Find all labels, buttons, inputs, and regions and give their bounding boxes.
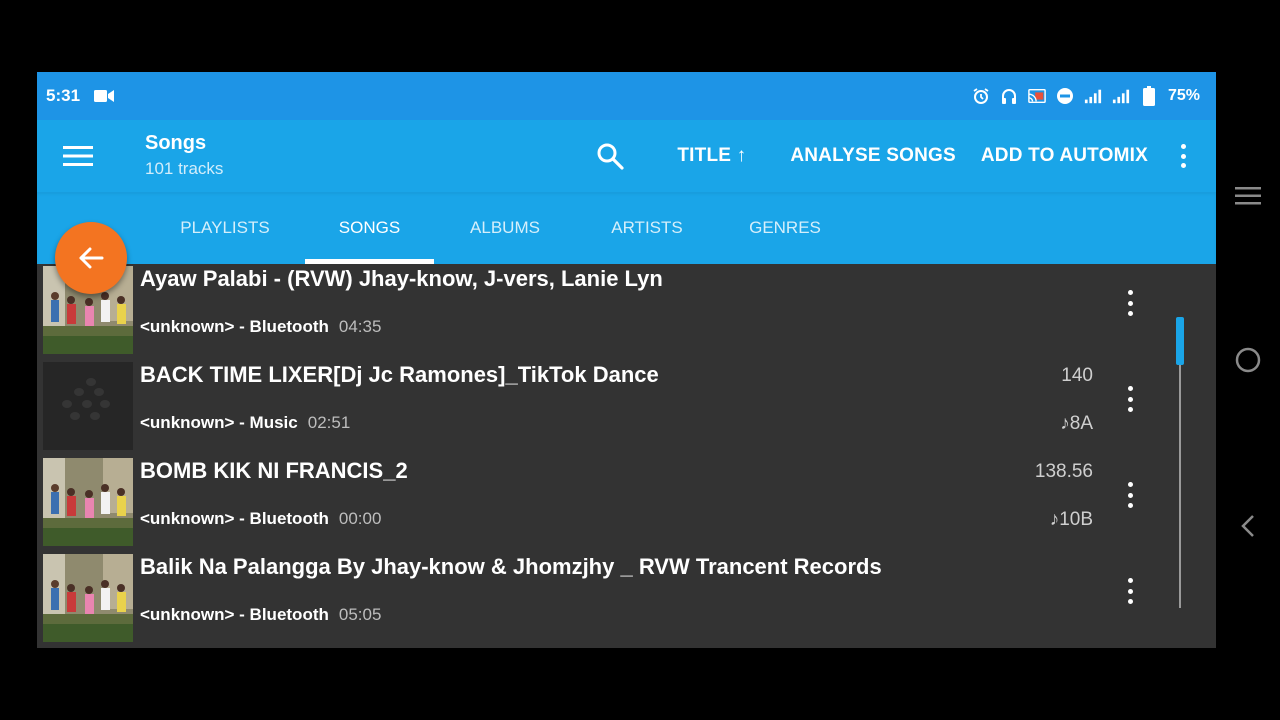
page-title: Songs bbox=[145, 132, 207, 154]
track-source: <unknown> - Bluetooth bbox=[140, 605, 329, 624]
video-camera-icon bbox=[94, 89, 115, 103]
track-bpm: 138.56 bbox=[1034, 461, 1093, 482]
track-duration: 05:05 bbox=[338, 605, 382, 624]
status-bar: 5:31 75% bbox=[37, 72, 1216, 120]
do-not-disturb-icon bbox=[1056, 87, 1074, 105]
hamburger-menu-icon[interactable] bbox=[63, 144, 93, 168]
sort-title-button[interactable]: TITLE ↑ bbox=[677, 145, 746, 167]
song-list[interactable]: Ayaw Palabi - (RVW) Jhay-know, J-vers, L… bbox=[37, 264, 1216, 648]
album-art bbox=[43, 554, 133, 642]
home-icon[interactable] bbox=[1234, 346, 1262, 374]
track-menu-icon[interactable] bbox=[1125, 578, 1135, 604]
track-meta: <unknown> - Bluetooth 05:05 bbox=[140, 605, 381, 625]
app-bar: Songs 101 tracks TITLE ↑ ANALYSE SONGS A… bbox=[37, 120, 1216, 192]
track-title: Ayaw Palabi - (RVW) Jhay-know, J-vers, L… bbox=[140, 266, 663, 291]
app-bar-actions: TITLE ↑ ANALYSE SONGS ADD TO AUTOMIX bbox=[596, 120, 1216, 192]
phone-screen: 5:31 75% Songs 101 tracks TITLE ↑ ANALYS… bbox=[37, 72, 1216, 648]
status-time: 5:31 bbox=[46, 86, 81, 105]
list-item[interactable]: BACK TIME LIXER[Dj Jc Ramones]_TikTok Da… bbox=[37, 334, 1177, 450]
back-fab[interactable] bbox=[55, 222, 127, 294]
back-icon[interactable] bbox=[1234, 512, 1262, 540]
analyse-songs-button[interactable]: ANALYSE SONGS bbox=[790, 145, 956, 167]
track-menu-icon[interactable] bbox=[1125, 386, 1135, 412]
search-icon[interactable] bbox=[596, 142, 624, 170]
track-title: BOMB KIK NI FRANCIS_2 bbox=[140, 458, 408, 483]
system-nav-bar bbox=[1216, 72, 1280, 648]
track-bpm: 140 bbox=[1061, 365, 1093, 386]
cast-icon bbox=[1028, 87, 1046, 105]
alarm-icon bbox=[972, 87, 990, 105]
list-item[interactable]: Balik Na Palangga By Jhay-know & Jhomzjh… bbox=[37, 526, 1177, 642]
track-menu-icon[interactable] bbox=[1125, 482, 1135, 508]
list-item[interactable]: Ayaw Palabi - (RVW) Jhay-know, J-vers, L… bbox=[37, 238, 1177, 354]
track-menu-icon[interactable] bbox=[1125, 290, 1135, 316]
battery-icon bbox=[1140, 86, 1158, 106]
app-bar-titles: Songs 101 tracks bbox=[145, 132, 223, 179]
battery-percent: 75% bbox=[1167, 87, 1200, 104]
add-to-automix-button[interactable]: ADD TO AUTOMIX bbox=[981, 145, 1148, 167]
track-count: 101 tracks bbox=[145, 159, 224, 178]
recent-apps-icon[interactable] bbox=[1234, 182, 1262, 210]
arrow-left-icon bbox=[79, 247, 104, 269]
signal-icon bbox=[1084, 87, 1102, 105]
track-title: BACK TIME LIXER[Dj Jc Ramones]_TikTok Da… bbox=[140, 362, 659, 387]
overflow-menu-icon[interactable] bbox=[1178, 144, 1188, 168]
signal-icon bbox=[1112, 87, 1130, 105]
headphones-icon bbox=[1000, 87, 1018, 105]
scrollbar-thumb[interactable] bbox=[1176, 317, 1184, 365]
list-item[interactable]: BOMB KIK NI FRANCIS_2 <unknown> - Blueto… bbox=[37, 430, 1177, 546]
track-title: Balik Na Palangga By Jhay-know & Jhomzjh… bbox=[140, 554, 882, 579]
